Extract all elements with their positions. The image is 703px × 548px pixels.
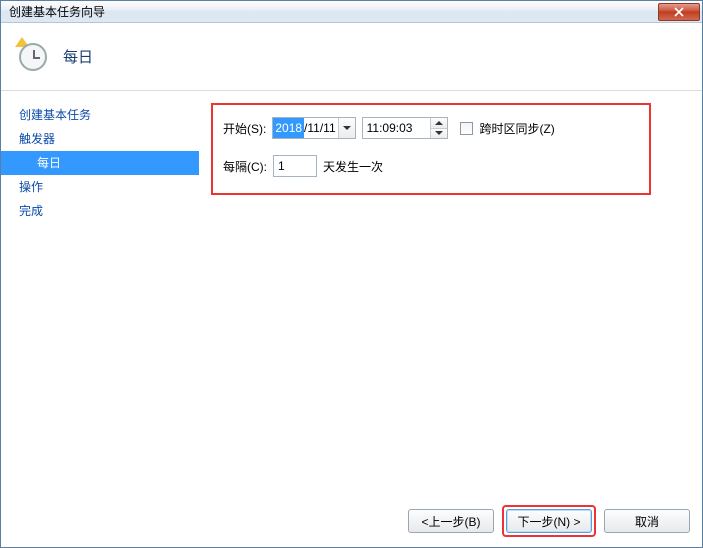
cancel-button[interactable]: 取消 bbox=[604, 509, 690, 533]
recur-days-input[interactable]: 1 bbox=[273, 155, 317, 177]
time-spin-buttons bbox=[430, 118, 447, 138]
titlebar: 创建基本任务向导 bbox=[1, 1, 702, 23]
wizard-body: 创建基本任务 触发器 每日 操作 完成 开始(S): 2018/11/11 bbox=[1, 91, 702, 503]
close-icon bbox=[674, 7, 684, 17]
chevron-up-icon bbox=[435, 121, 443, 125]
start-label: 开始(S): bbox=[223, 120, 266, 137]
next-button-highlight: 下一步(N) > bbox=[502, 505, 596, 537]
time-spin-down[interactable] bbox=[431, 128, 447, 139]
sidebar-item-action[interactable]: 操作 bbox=[1, 175, 199, 199]
chevron-down-icon bbox=[343, 126, 351, 130]
sync-timezone-checkbox[interactable] bbox=[460, 122, 473, 135]
wizard-content: 开始(S): 2018/11/11 11:09:03 bbox=[199, 91, 702, 503]
sidebar-item-finish[interactable]: 完成 bbox=[1, 199, 199, 223]
time-spin-up[interactable] bbox=[431, 118, 447, 128]
start-date-picker[interactable]: 2018/11/11 bbox=[272, 117, 355, 139]
wizard-footer: <上一步(B) 下一步(N) > 取消 bbox=[1, 503, 702, 547]
chevron-down-icon bbox=[435, 131, 443, 135]
next-button[interactable]: 下一步(N) > bbox=[506, 509, 592, 533]
start-time-spinner[interactable]: 11:09:03 bbox=[362, 117, 449, 139]
wizard-window: 创建基本任务向导 每日 创建基本任务 触发器 每日 操作 完成 开始(S): 2… bbox=[0, 0, 703, 548]
sidebar-item-daily[interactable]: 每日 bbox=[1, 151, 199, 175]
sync-timezone-label: 跨时区同步(Z) bbox=[479, 120, 554, 137]
date-dropdown-button[interactable] bbox=[338, 118, 355, 138]
sidebar-item-create-task[interactable]: 创建基本任务 bbox=[1, 103, 199, 127]
clock-icon bbox=[17, 41, 49, 73]
sidebar-item-trigger[interactable]: 触发器 bbox=[1, 127, 199, 151]
start-row: 开始(S): 2018/11/11 11:09:03 bbox=[223, 115, 633, 141]
back-button[interactable]: <上一步(B) bbox=[408, 509, 494, 533]
close-button[interactable] bbox=[658, 3, 700, 21]
recur-suffix: 天发生一次 bbox=[323, 158, 383, 175]
date-rest: /11/11 bbox=[304, 118, 338, 138]
highlight-region: 开始(S): 2018/11/11 11:09:03 bbox=[211, 103, 651, 195]
time-value: 11:09:03 bbox=[363, 118, 431, 138]
page-title: 每日 bbox=[63, 46, 93, 67]
recur-row: 每隔(C): 1 天发生一次 bbox=[223, 153, 633, 179]
recur-label: 每隔(C): bbox=[223, 158, 267, 175]
date-year-selected: 2018 bbox=[273, 118, 304, 138]
wizard-header: 每日 bbox=[1, 23, 702, 91]
wizard-sidebar: 创建基本任务 触发器 每日 操作 完成 bbox=[1, 91, 199, 503]
window-title: 创建基本任务向导 bbox=[9, 3, 656, 20]
